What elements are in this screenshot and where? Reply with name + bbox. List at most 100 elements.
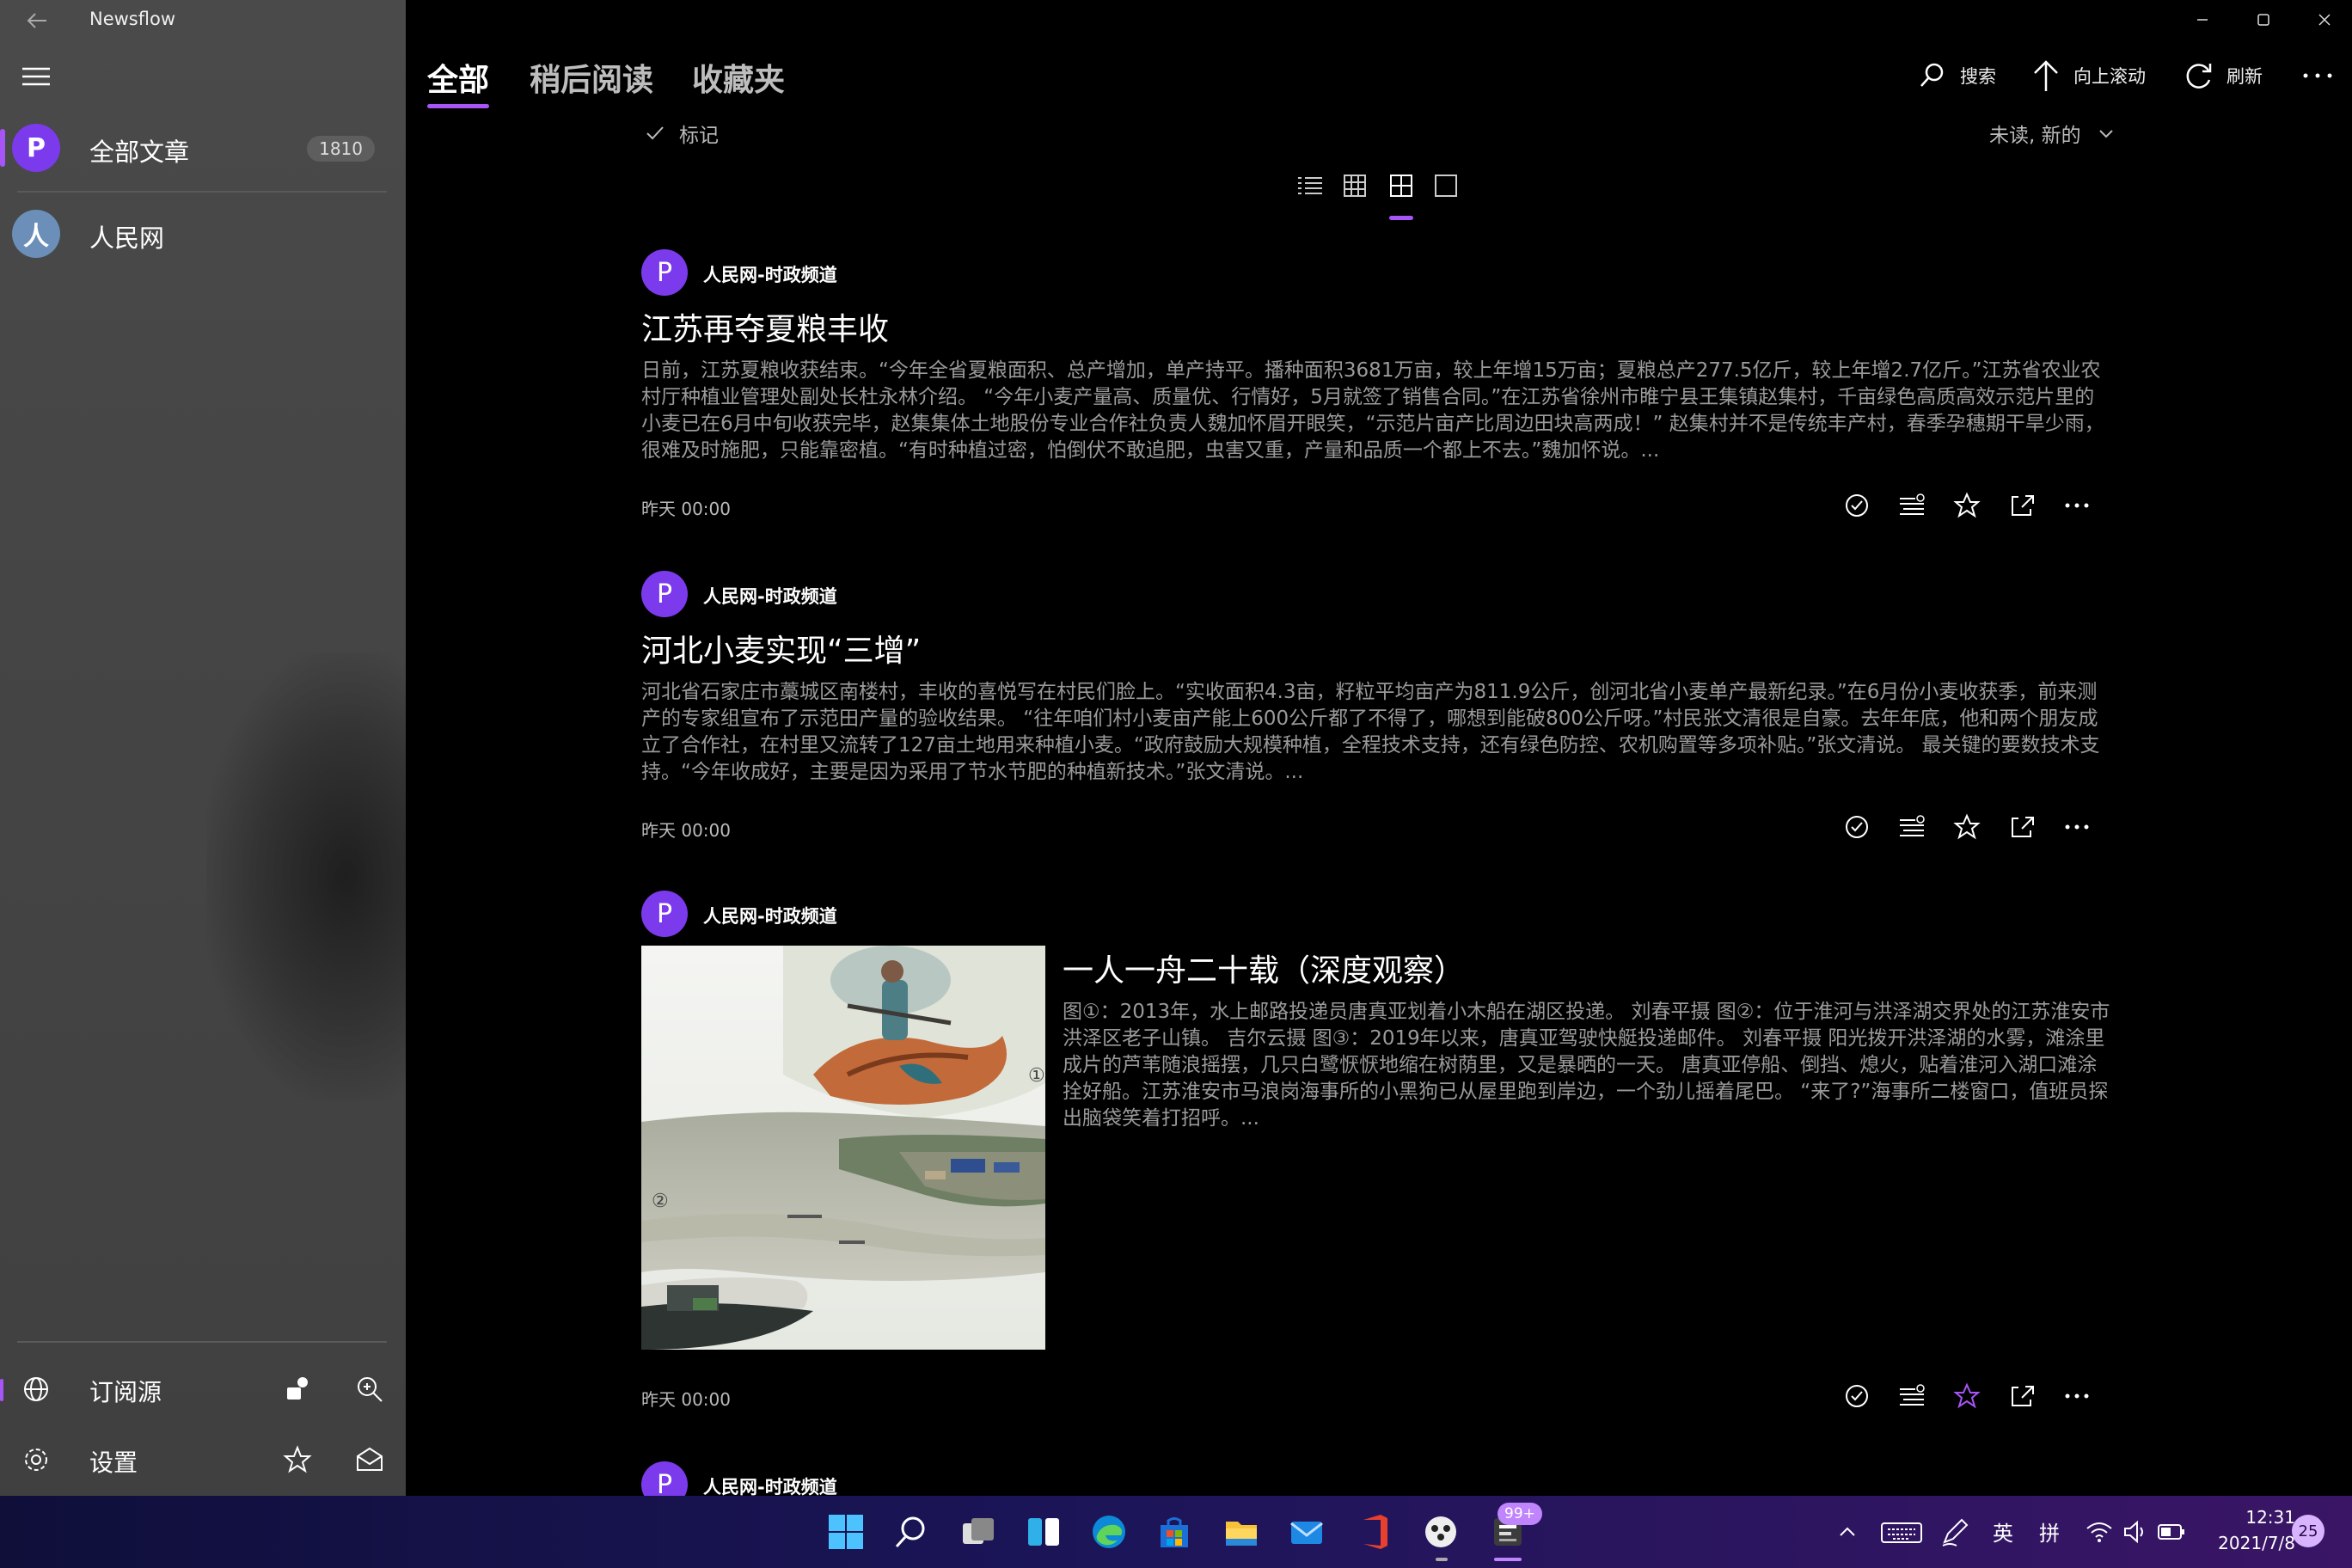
refresh-button[interactable]: 刷新 [2182,57,2263,95]
settings-label: 设置 [89,1449,138,1477]
mail-icon[interactable] [1288,1513,1326,1551]
tab-favorites[interactable]: 收藏夹 [692,55,785,100]
clock[interactable]: 12:31 2021/7/8 [2201,1504,2295,1556]
tab-all[interactable]: 全部 [427,55,489,100]
card-grid-button[interactable] [1386,170,1417,201]
star-icon[interactable] [280,1442,315,1477]
search-label: 搜索 [1960,66,1996,87]
source-avatar: P [641,891,688,937]
app-title: Newsflow [89,9,175,29]
chevron-down-icon [2098,130,2113,138]
ime-language-indicator[interactable]: 英 [1993,1516,2013,1547]
article-summary: 日前，江苏夏粮收获结束。“今年全省夏粮面积、总产增加，单产持平。播种面积3681… [641,359,2104,462]
gear-icon [19,1442,53,1477]
battery-icon[interactable] [2156,1513,2187,1551]
hamburger-menu-button[interactable] [19,64,53,89]
article-card[interactable]: P 人民网-时政频道 河北小麦实现“三增” 河北省石家庄市藁城区南楼村，丰收的喜… [641,571,2111,854]
mark-read-icon[interactable] [1840,810,1874,844]
game-app-icon[interactable] [1422,1513,1460,1551]
tab-active-indicator [427,104,489,108]
search-button[interactable]: 搜索 [1917,57,1996,95]
ime-mode-indicator[interactable]: 拼 [2039,1516,2060,1547]
maximize-button[interactable] [2242,7,2283,33]
notification-center-button[interactable]: 25 [2292,1515,2324,1547]
refresh-icon [2186,64,2212,89]
article-summary: 河北省石家庄市藁城区南楼村，丰收的喜悦写在村民们脸上。“实收面积4.3亩，籽粒平… [641,681,2100,783]
share-icon[interactable] [2005,1379,2039,1413]
keyboard-icon[interactable] [1879,1513,1924,1551]
sidebar-item-people-daily[interactable]: 人 人民网 [0,199,406,272]
file-explorer-icon[interactable] [1222,1513,1260,1551]
mark-read-icon[interactable] [1840,1379,1874,1413]
article-card[interactable]: P 人民网-时政频道 ① ② 一人一舟二十载（深度观察） 图①：2013年，水上… [641,891,2111,1424]
edge-browser-icon[interactable] [1090,1513,1128,1551]
article-title[interactable]: 河北小麦实现“三增” [641,626,921,671]
close-button[interactable] [2304,7,2345,33]
list-view-button[interactable] [1295,170,1326,201]
pen-icon[interactable] [1939,1513,1970,1551]
more-options-button[interactable] [2297,62,2338,88]
small-grid-icon [1344,175,1366,197]
favorite-star-icon[interactable] [1950,488,1984,523]
minimize-button[interactable] [2182,7,2223,33]
sidebar-divider [17,191,387,193]
add-feed-icon[interactable] [280,1372,315,1406]
more-dots-icon[interactable] [2060,488,2094,523]
search-icon [1920,63,1944,87]
back-arrow-icon [27,13,46,28]
arrow-up-icon [2034,60,2058,91]
start-icon[interactable] [827,1513,865,1551]
close-icon [2318,14,2331,26]
feed-logo-icon: 人 [12,210,60,258]
avatar: P [12,124,60,172]
read-later-icon[interactable] [1895,488,1929,523]
search-icon[interactable] [892,1513,930,1551]
globe-icon [19,1372,53,1406]
sidebar-item-subscriptions[interactable]: 订阅源 [0,1355,406,1420]
wifi-icon[interactable] [2084,1513,2115,1551]
read-later-icon[interactable] [1895,810,1929,844]
more-dots-icon[interactable] [2060,1379,2094,1413]
article-thumbnail[interactable]: ① ② [641,946,1045,1350]
read-later-icon[interactable] [1895,1379,1929,1413]
chevron-up-icon[interactable] [1834,1513,1860,1551]
notification-badge: 99+ [1498,1503,1542,1525]
article-actions [1840,1379,2106,1413]
clock-time: 12:31 [2245,1507,2295,1528]
sidebar: Newsflow P 全部文章 1810 人 人民网 订阅源 设置 [0,0,406,1496]
article-title[interactable]: 江苏再夺夏粮丰收 [641,304,889,349]
mark-button[interactable]: 标记 [643,119,719,148]
compact-grid-button[interactable] [1339,170,1370,201]
sidebar-item-all-articles[interactable]: P 全部文章 1810 [0,113,406,186]
square-icon [1435,175,1457,197]
share-icon[interactable] [2005,488,2039,523]
source-avatar: P [641,1461,688,1496]
favorite-star-icon[interactable] [1950,810,1984,844]
sort-dropdown[interactable]: 未读, 新的 [1989,119,2119,148]
office-icon[interactable] [1355,1513,1393,1551]
tab-read-later[interactable]: 稍后阅读 [530,55,653,100]
more-dots-icon[interactable] [2060,810,2094,844]
mail-open-icon[interactable] [352,1442,387,1477]
more-dots-icon [2303,73,2332,78]
article-card[interactable]: P 人民网-时政频道 江苏再夺夏粮丰收 日前，江苏夏粮收获结束。“今年全省夏粮面… [641,249,2111,533]
scroll-top-label: 向上滚动 [2073,66,2146,87]
share-icon[interactable] [2005,810,2039,844]
favorite-star-icon[interactable] [1950,1379,1984,1413]
task-view-icon[interactable] [959,1513,997,1551]
source-avatar: P [641,249,688,296]
article-title[interactable]: 一人一舟二十载（深度观察） [1063,946,1465,990]
article-card[interactable]: P 人民网-时政频道 [641,1461,2111,1496]
maximize-icon [2257,14,2269,26]
mark-label: 标记 [679,125,719,147]
store-icon[interactable] [1155,1513,1193,1551]
scroll-top-button[interactable]: 向上滚动 [2030,57,2146,95]
list-view-icon [1298,177,1322,194]
search-feed-icon[interactable] [352,1372,387,1406]
mark-read-icon[interactable] [1840,488,1874,523]
widgets-icon[interactable] [1025,1513,1063,1551]
back-button[interactable] [21,5,55,36]
volume-icon[interactable] [2120,1513,2151,1551]
single-view-button[interactable] [1430,170,1461,201]
sidebar-item-settings[interactable]: 设置 [0,1425,406,1491]
